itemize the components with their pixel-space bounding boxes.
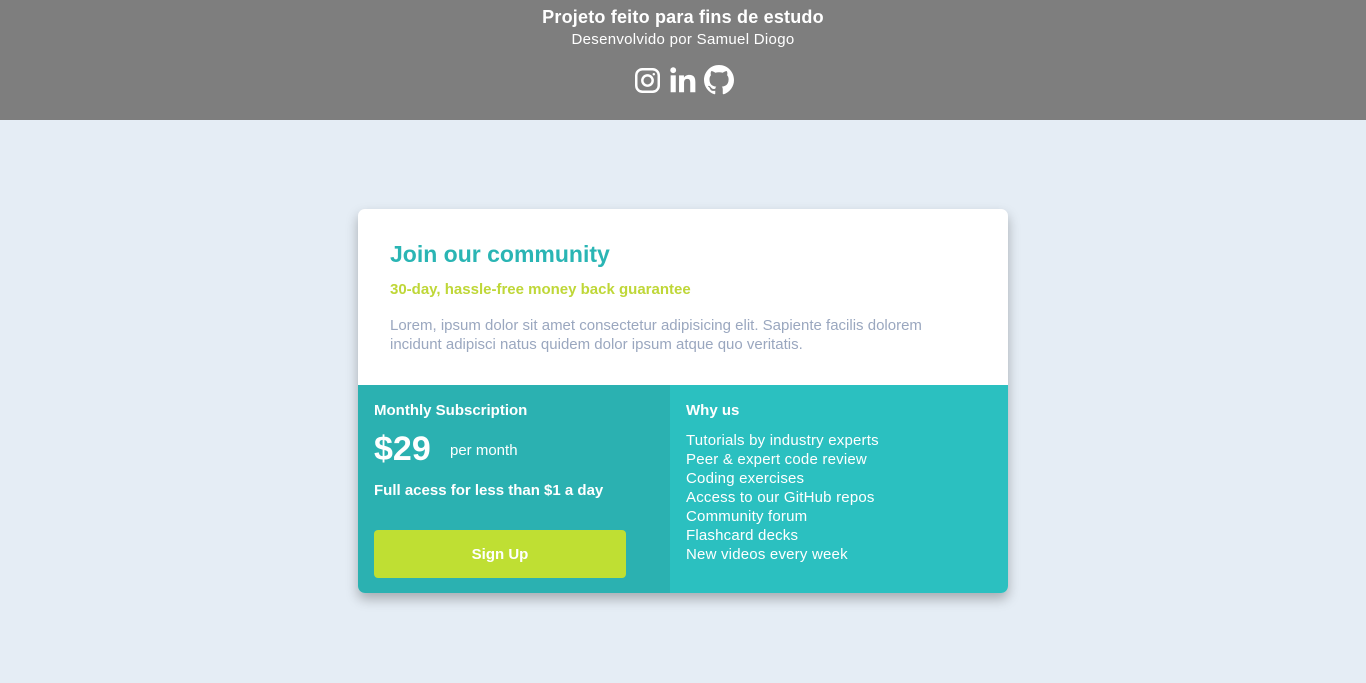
price-amount: $29: [374, 430, 431, 468]
sign-up-button[interactable]: Sign Up: [374, 530, 626, 578]
github-icon: [704, 65, 734, 95]
why-us-title: Why us: [686, 402, 740, 419]
instagram-icon: [634, 67, 660, 93]
header-subtitle: Desenvolvido por Samuel Diogo: [571, 31, 795, 48]
pricing-card: Join our community 30-day, hassle-free m…: [358, 209, 1008, 593]
why-us-panel: Why us Tutorials by industry experts Pee…: [670, 385, 1008, 593]
list-item: Tutorials by industry experts: [686, 432, 879, 449]
guarantee-text: 30-day, hassle-free money back guarantee: [390, 281, 691, 298]
instagram-link[interactable]: [632, 64, 662, 96]
social-links: [0, 64, 1366, 96]
community-section: Join our community 30-day, hassle-free m…: [358, 209, 1008, 385]
card-title: Join our community: [390, 241, 610, 267]
github-link[interactable]: [704, 64, 734, 96]
features-list: Tutorials by industry experts Peer & exp…: [686, 431, 879, 564]
site-header: Projeto feito para fins de estudo Desenv…: [0, 0, 1366, 120]
subscription-panel: Monthly Subscription $29 per month Full …: [358, 385, 670, 593]
list-item: New videos every week: [686, 546, 848, 563]
card-description: Lorem, ipsum dolor sit amet consectetur …: [390, 317, 922, 353]
list-item: Coding exercises: [686, 470, 805, 487]
list-item: Peer & expert code review: [686, 451, 867, 468]
list-item: Community forum: [686, 508, 808, 525]
pricing-details: Monthly Subscription $29 per month Full …: [358, 385, 1008, 593]
list-item: Flashcard decks: [686, 527, 799, 544]
header-title: Projeto feito para fins de estudo: [542, 7, 824, 27]
price-period: per month: [450, 442, 518, 459]
linkedin-icon: [670, 67, 696, 93]
subscription-title: Monthly Subscription: [374, 402, 528, 419]
list-item: Access to our GitHub repos: [686, 489, 875, 506]
access-text: Full acess for less than $1 a day: [374, 482, 604, 499]
linkedin-link[interactable]: [668, 64, 698, 96]
